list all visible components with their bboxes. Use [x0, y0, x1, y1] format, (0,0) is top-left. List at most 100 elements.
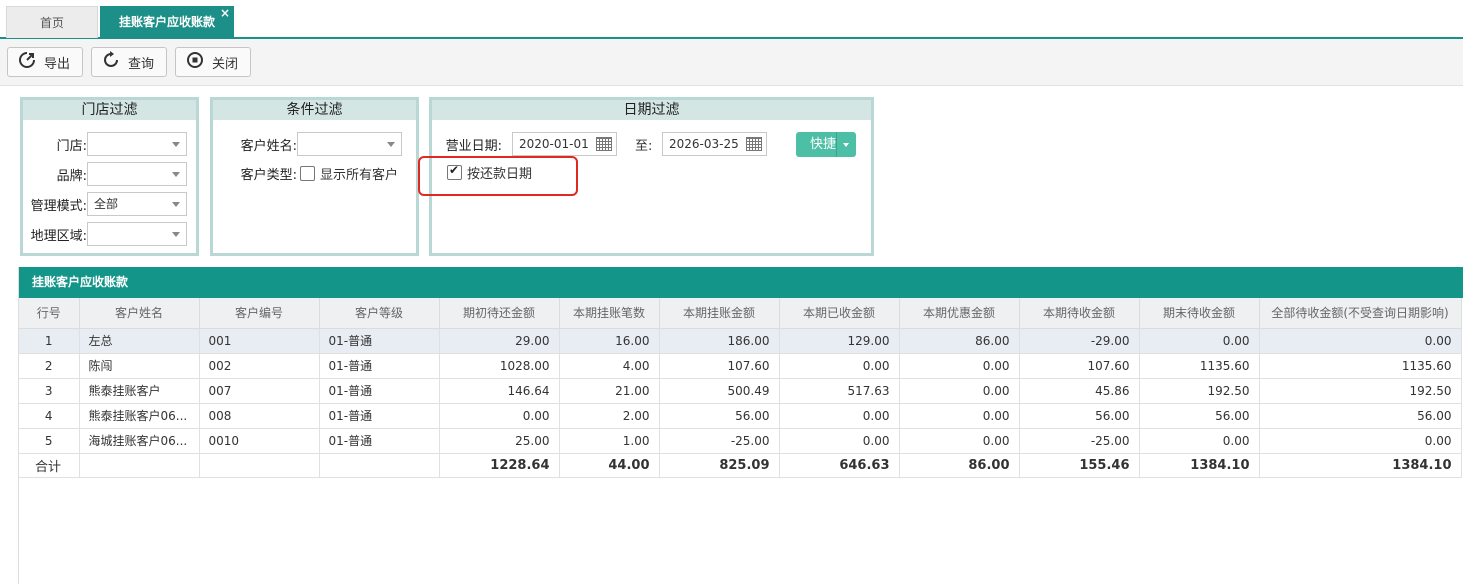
- table-cell: 5: [19, 428, 80, 454]
- column-header[interactable]: 本期已收金额: [779, 298, 900, 329]
- customer-name-label: 客户姓名:: [240, 138, 297, 154]
- mode-label: 管理模式:: [30, 198, 87, 214]
- start-date-input[interactable]: 2020-01-01: [512, 132, 617, 156]
- end-date-value: 2026-03-25: [669, 137, 739, 151]
- biz-date-label: 营业日期:: [445, 138, 502, 154]
- table-cell: -25.00: [1019, 428, 1140, 454]
- show-all-customers-label: 显示所有客户: [320, 168, 399, 183]
- mode-row: 管理模式: 全部: [23, 192, 187, 216]
- tab-home[interactable]: 首页: [6, 6, 98, 38]
- total-cell: 646.63: [779, 453, 900, 478]
- column-header[interactable]: 客户姓名: [79, 298, 200, 329]
- table-row[interactable]: 1 左总 001 01-普通 29.00 16.00 186.00 129.00 86.00 -2…: [19, 328, 1462, 354]
- brand-select[interactable]: [87, 162, 187, 186]
- table-cell: 3: [19, 378, 80, 404]
- end-date-input[interactable]: 2026-03-25: [662, 132, 767, 156]
- table-cell: 01-普通: [319, 328, 440, 354]
- table-cell: 192.50: [1139, 378, 1260, 404]
- table-header-row: 行号 客户姓名 客户编号 客户等级 期初待还金额 本期挂账笔数 本期挂账金额 本期已收金额 本期…: [19, 298, 1462, 329]
- toolbar: 导出 查询 关闭: [0, 39, 1463, 86]
- table-cell: 0.00: [1259, 328, 1462, 354]
- mode-value: 全部: [94, 197, 119, 211]
- table-cell: 107.60: [1019, 353, 1140, 379]
- table-row[interactable]: 2 陈闯 002 01-普通 1028.00 4.00 107.60 0.00 0.00 107.…: [19, 353, 1462, 379]
- table-cell: 1028.00: [439, 353, 560, 379]
- brand-label: 品牌:: [56, 168, 87, 184]
- quick-dropdown-button[interactable]: 快捷: [796, 132, 856, 157]
- export-button[interactable]: 导出: [7, 47, 83, 77]
- table-cell: 186.00: [659, 328, 780, 354]
- biz-date-row: 营业日期: 2020-01-01 至: 2026-03-25: [432, 132, 767, 156]
- table-cell: 001: [199, 328, 320, 354]
- total-cell: [79, 453, 200, 478]
- store-filter-panel: 门店过滤 门店: 品牌: 管理模式: 全部 地理区域:: [20, 97, 199, 256]
- column-header[interactable]: 期初待还金额: [439, 298, 560, 329]
- to-label: 至:: [635, 138, 653, 154]
- column-header[interactable]: 全部待收金额(不受查询日期影响): [1259, 298, 1462, 329]
- condition-filter-title: 条件过滤: [213, 100, 416, 120]
- show-all-customers-checkbox[interactable]: [300, 166, 315, 181]
- store-select[interactable]: [87, 132, 187, 156]
- table-cell: 熊泰挂账客户06...: [79, 403, 200, 429]
- export-icon: [16, 51, 38, 73]
- mode-select[interactable]: 全部: [87, 192, 187, 216]
- receivables-grid: 挂账客户应收账款 行号 客户姓名 客户编号 客户等级 期初待还金额 本期挂账笔数 本期挂账金…: [18, 267, 1463, 584]
- tab-bar: 首页 挂账客户应收账款 ×: [0, 0, 1463, 39]
- query-label: 查询: [128, 56, 155, 72]
- table-cell: 左总: [79, 328, 200, 354]
- table-cell: 2: [19, 353, 80, 379]
- table-cell: 0.00: [1139, 428, 1260, 454]
- date-filter-title: 日期过滤: [432, 100, 871, 120]
- table-cell: 86.00: [899, 328, 1020, 354]
- column-header[interactable]: 本期挂账金额: [659, 298, 780, 329]
- total-row: 合计 1228.64 44.00 825.09 646.63 86.00 155.46 138…: [19, 453, 1462, 478]
- table-cell: 0.00: [779, 428, 900, 454]
- column-header[interactable]: 期末待收金额: [1139, 298, 1260, 329]
- table-cell: 25.00: [439, 428, 560, 454]
- column-header[interactable]: 本期待收金额: [1019, 298, 1140, 329]
- total-cell: 44.00: [559, 453, 660, 478]
- store-filter-title: 门店过滤: [23, 100, 196, 120]
- table-row[interactable]: 5 海城挂账客户06... 0010 01-普通 25.00 1.00 -25.00 0.00…: [19, 428, 1462, 454]
- tab-receivables[interactable]: 挂账客户应收账款 ×: [100, 6, 234, 38]
- column-header[interactable]: 行号: [19, 298, 80, 329]
- total-cell: 86.00: [899, 453, 1020, 478]
- table-row[interactable]: 4 熊泰挂账客户06... 008 01-普通 0.00 2.00 56.00 0.00 0.0…: [19, 403, 1462, 429]
- column-header[interactable]: 本期优惠金额: [899, 298, 1020, 329]
- table-cell: 56.00: [659, 403, 780, 429]
- close-button[interactable]: 关闭: [175, 47, 251, 77]
- close-icon[interactable]: ×: [220, 0, 230, 29]
- customer-name-select[interactable]: [297, 132, 402, 156]
- table-cell: 002: [199, 353, 320, 379]
- customer-type-label: 客户类型:: [240, 168, 297, 183]
- calendar-icon[interactable]: [596, 137, 612, 151]
- export-label: 导出: [44, 56, 71, 72]
- total-cell: [319, 453, 440, 478]
- query-button[interactable]: 查询: [91, 47, 167, 77]
- column-header[interactable]: 客户编号: [199, 298, 320, 329]
- refresh-icon: [100, 51, 122, 73]
- table-cell: 56.00: [1139, 403, 1260, 429]
- column-header[interactable]: 客户等级: [319, 298, 440, 329]
- column-header[interactable]: 本期挂账笔数: [559, 298, 660, 329]
- total-cell: 155.46: [1019, 453, 1140, 478]
- table-cell: 16.00: [559, 328, 660, 354]
- chevron-down-icon: [387, 142, 395, 147]
- total-cell: 825.09: [659, 453, 780, 478]
- table-row[interactable]: 3 熊泰挂账客户 007 01-普通 146.64 21.00 500.49 517.63 0.…: [19, 378, 1462, 404]
- table-cell: 0.00: [779, 353, 900, 379]
- table-cell: 1135.60: [1139, 353, 1260, 379]
- table-cell: 0.00: [439, 403, 560, 429]
- table-cell: 0.00: [899, 378, 1020, 404]
- table-cell: 0.00: [899, 353, 1020, 379]
- store-row: 门店:: [23, 132, 187, 156]
- receivables-table: 行号 客户姓名 客户编号 客户等级 期初待还金额 本期挂账笔数 本期挂账金额 本期已收金额 本期…: [19, 298, 1462, 478]
- table-cell: 01-普通: [319, 378, 440, 404]
- chevron-down-icon: [843, 143, 849, 147]
- table-cell: 熊泰挂账客户: [79, 378, 200, 404]
- table-cell: 海城挂账客户06...: [79, 428, 200, 454]
- table-cell: 0.00: [899, 428, 1020, 454]
- close-label: 关闭: [212, 56, 239, 72]
- region-select[interactable]: [87, 222, 187, 246]
- calendar-icon[interactable]: [746, 137, 762, 151]
